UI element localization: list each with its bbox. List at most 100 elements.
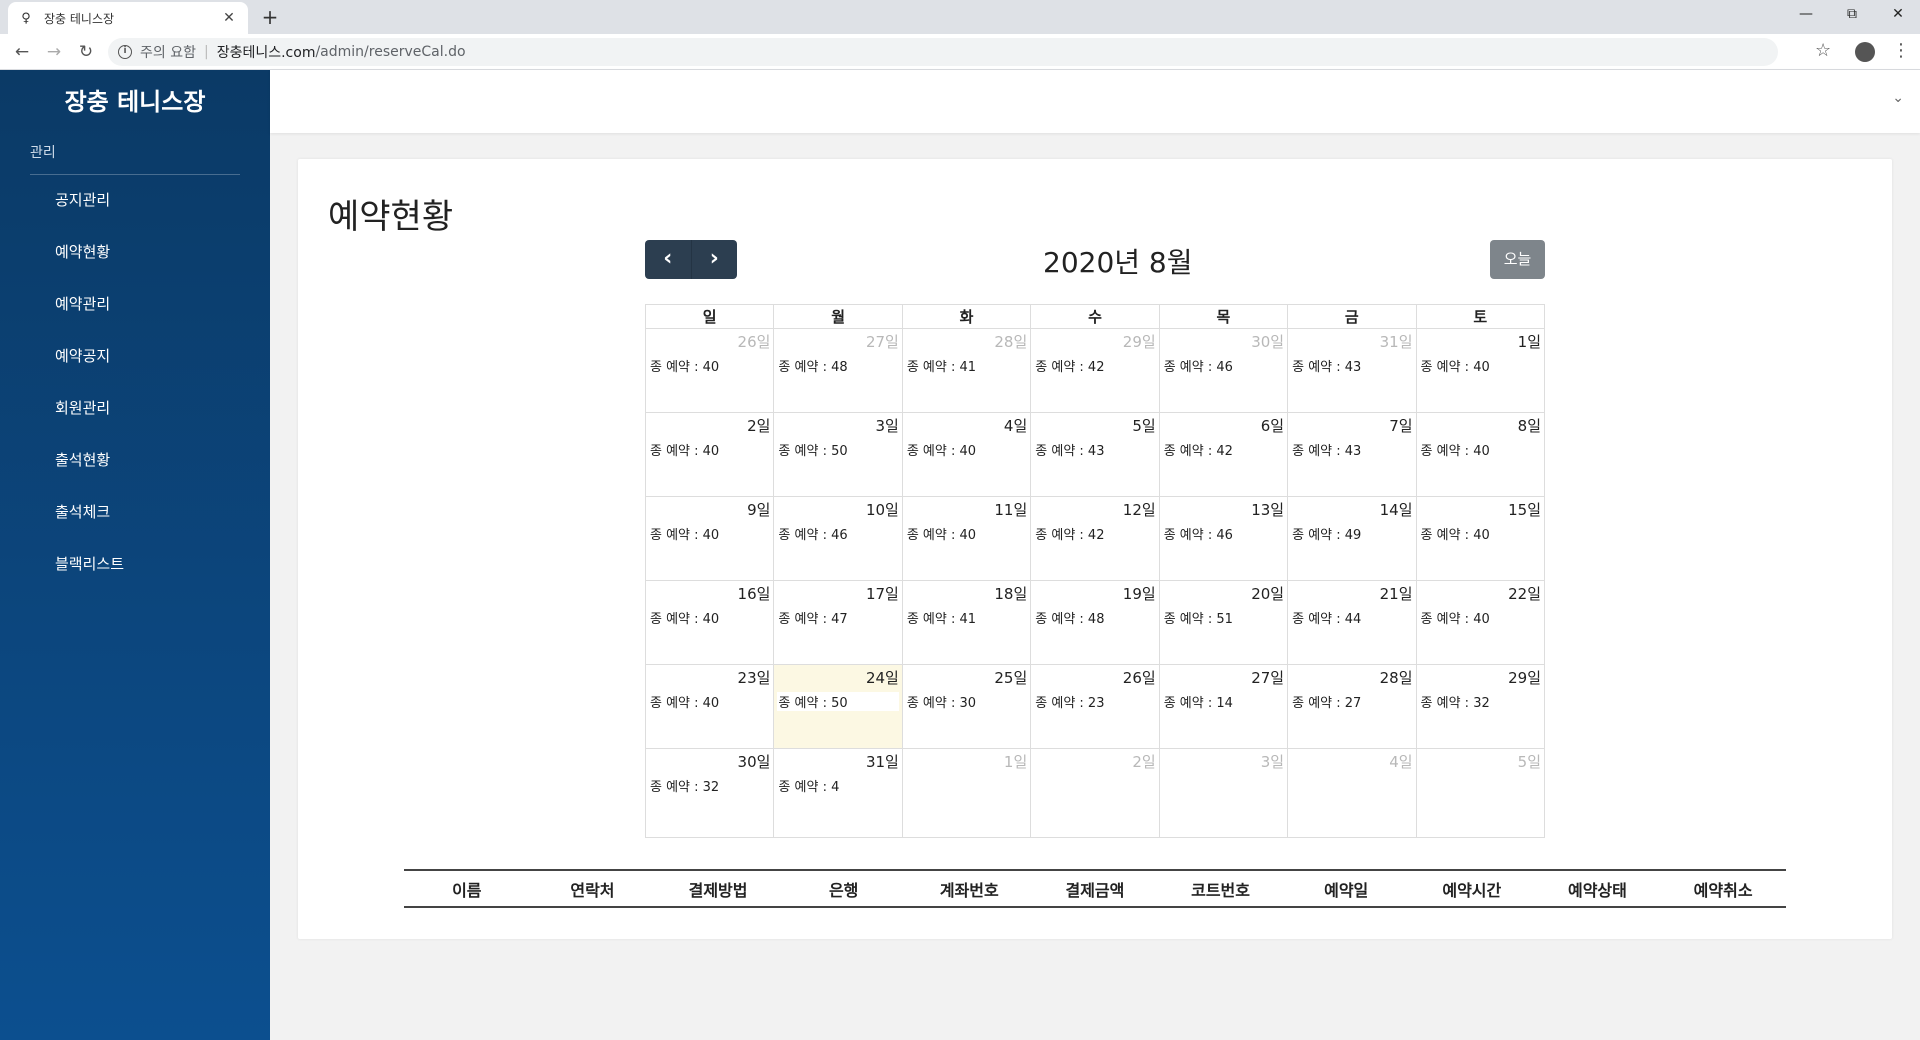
- day-number[interactable]: 7일: [1291, 415, 1412, 437]
- day-number[interactable]: 20일: [1163, 583, 1284, 605]
- calendar-day-cell[interactable]: 27일 종 예약 : 14: [1158, 664, 1289, 749]
- reservation-count-event[interactable]: 종 예약 : 40: [1420, 608, 1541, 627]
- day-number[interactable]: 31일: [1291, 331, 1413, 353]
- calendar-day-cell[interactable]: 6일종 예약 : 42: [1158, 412, 1289, 497]
- day-number[interactable]: 28일: [906, 331, 1027, 353]
- day-number[interactable]: 12일: [1034, 499, 1156, 521]
- day-number[interactable]: 11일: [906, 499, 1027, 521]
- day-number[interactable]: 10일: [777, 499, 899, 521]
- reservation-count-event[interactable]: 종 예약 : 40: [1420, 356, 1541, 375]
- sidebar-item-attendance-status[interactable]: 출석현황: [55, 449, 110, 470]
- day-number[interactable]: 29일: [1420, 667, 1541, 689]
- reservation-count-event[interactable]: 종 예약 : 40: [649, 356, 770, 375]
- calendar-day-cell[interactable]: 20일종 예약 : 51: [1158, 580, 1289, 665]
- day-number[interactable]: 31일: [777, 751, 899, 773]
- day-number[interactable]: 15일: [1420, 499, 1541, 521]
- calendar-day-cell[interactable]: 28일 종 예약 : 41: [901, 328, 1032, 413]
- day-number[interactable]: 4일: [1291, 751, 1412, 773]
- day-number[interactable]: 29일: [1034, 331, 1156, 353]
- calendar-day-cell[interactable]: 1일 종 예약 : 40: [1415, 328, 1546, 413]
- calendar-day-cell[interactable]: 21일종 예약 : 44: [1287, 580, 1417, 665]
- day-number[interactable]: 26일: [649, 331, 771, 353]
- brand-title[interactable]: 장충 테니스장: [0, 82, 270, 117]
- new-tab-button[interactable]: +: [258, 6, 282, 30]
- reservation-count-event[interactable]: 종 예약 : 40: [649, 524, 770, 543]
- sidebar-item-notice[interactable]: 공지관리: [55, 189, 110, 210]
- sidebar-item-reservation-manage[interactable]: 예약관리: [55, 293, 110, 314]
- reservation-count-event[interactable]: 종 예약 : 44: [1291, 608, 1412, 627]
- calendar-day-cell[interactable]: 2일 종 예약 : 40: [644, 412, 775, 497]
- calendar-day-cell[interactable]: 9일 종 예약 : 40: [644, 496, 775, 581]
- reservation-count-event[interactable]: 종 예약 : 32: [649, 776, 770, 795]
- reservation-count-event[interactable]: 종 예약 : 40: [649, 692, 770, 711]
- reservation-count-event[interactable]: 종 예약 : 49: [1291, 524, 1412, 543]
- reservation-count-event[interactable]: 종 예약 : 46: [1163, 356, 1284, 375]
- reservation-count-event[interactable]: 종 예약 : 50: [777, 440, 898, 459]
- calendar-day-cell[interactable]: 27일 종 예약 : 48: [773, 328, 903, 413]
- reservation-count-event[interactable]: 종 예약 : 46: [777, 524, 898, 543]
- reservation-count-event[interactable]: 종 예약 : 40: [906, 524, 1027, 543]
- reservation-count-event[interactable]: 종 예약 : 50: [777, 692, 899, 711]
- reservation-count-event[interactable]: 종 예약 : 42: [1034, 524, 1155, 543]
- forward-button[interactable]: →: [42, 40, 66, 64]
- reservation-count-event[interactable]: 종 예약 : 43: [1291, 356, 1412, 375]
- day-number[interactable]: 5일: [1034, 415, 1155, 437]
- calendar-day-cell[interactable]: 29일 종 예약 : 32: [1415, 664, 1546, 749]
- reload-button[interactable]: ↻: [74, 40, 98, 64]
- calendar-day-cell[interactable]: 31일 종 예약 : 4: [773, 748, 903, 838]
- reservation-count-event[interactable]: 종 예약 : 43: [1291, 440, 1412, 459]
- calendar-day-cell[interactable]: 29일종 예약 : 42: [1030, 328, 1160, 413]
- calendar-day-cell[interactable]: 19일 종 예약 : 48: [1030, 580, 1160, 665]
- calendar-day-cell[interactable]: 26일 종 예약 : 23: [1030, 664, 1160, 749]
- day-number[interactable]: 28일: [1291, 667, 1413, 689]
- calendar-day-cell[interactable]: 31일종 예약 : 43: [1287, 328, 1417, 413]
- sidebar-item-reservation-status[interactable]: 예약현황: [55, 241, 110, 262]
- calendar-day-cell[interactable]: 23일 종 예약 : 40: [644, 664, 775, 749]
- close-window-button[interactable]: ✕: [1876, 0, 1920, 30]
- profile-avatar-icon[interactable]: [1855, 42, 1875, 62]
- calendar-day-cell[interactable]: 25일 종 예약 : 30: [901, 664, 1032, 749]
- day-number[interactable]: 22일: [1420, 583, 1541, 605]
- calendar-day-cell[interactable]: 28일 종 예약 : 27: [1287, 664, 1417, 749]
- calendar-day-cell[interactable]: 26일종 예약 : 40: [644, 328, 775, 413]
- calendar-day-cell[interactable]: 3일종 예약 : 50: [773, 412, 903, 497]
- day-number[interactable]: 17일: [777, 583, 899, 605]
- calendar-day-cell[interactable]: 1일: [901, 748, 1032, 838]
- day-number[interactable]: 1일: [906, 751, 1027, 773]
- browser-tab[interactable]: ♀ 장충 테니스장 ✕: [8, 2, 248, 34]
- calendar-day-cell[interactable]: 11일종 예약 : 40: [901, 496, 1032, 581]
- calendar-day-cell[interactable]: 14일 종 예약 : 49: [1287, 496, 1417, 581]
- day-number[interactable]: 21일: [1291, 583, 1413, 605]
- day-number[interactable]: 8일: [1420, 415, 1541, 437]
- calendar-day-cell[interactable]: 2일: [1030, 748, 1160, 838]
- minimize-button[interactable]: —: [1784, 0, 1828, 30]
- calendar-day-cell[interactable]: 17일 종 예약 : 47: [773, 580, 903, 665]
- day-number[interactable]: 27일: [1163, 667, 1284, 689]
- reservation-count-event[interactable]: 종 예약 : 42: [1163, 440, 1284, 459]
- day-number[interactable]: 6일: [1163, 415, 1284, 437]
- reservation-count-event[interactable]: 종 예약 : 23: [1034, 692, 1155, 711]
- close-tab-icon[interactable]: ✕: [220, 10, 238, 26]
- day-number[interactable]: 27일: [777, 331, 899, 353]
- more-menu-icon[interactable]: ⋮: [1892, 40, 1910, 61]
- calendar-day-cell[interactable]: 10일종 예약 : 46: [773, 496, 903, 581]
- calendar-day-cell[interactable]: 5일 종 예약 : 43: [1030, 412, 1160, 497]
- reservation-count-event[interactable]: 종 예약 : 42: [1034, 356, 1155, 375]
- day-number[interactable]: 16일: [649, 583, 771, 605]
- chevron-down-icon[interactable]: ⌄: [1892, 90, 1904, 106]
- sidebar-item-attendance-check[interactable]: 출석체크: [55, 501, 110, 522]
- day-number[interactable]: 30일: [649, 751, 771, 773]
- calendar-day-cell[interactable]: 30일 종 예약 : 46: [1158, 328, 1289, 413]
- reservation-count-event[interactable]: 종 예약 : 40: [649, 608, 770, 627]
- calendar-day-cell[interactable]: 5일: [1415, 748, 1546, 838]
- calendar-day-cell[interactable]: 16일종 예약 : 40: [644, 580, 775, 665]
- reservation-count-event[interactable]: 종 예약 : 46: [1163, 524, 1284, 543]
- day-number[interactable]: 4일: [906, 415, 1027, 437]
- calendar-day-cell[interactable]: 13일 종 예약 : 46: [1158, 496, 1289, 581]
- reservation-count-event[interactable]: 종 예약 : 51: [1163, 608, 1284, 627]
- day-number[interactable]: 5일: [1420, 751, 1541, 773]
- sidebar-item-reservation-notice[interactable]: 예약공지: [55, 345, 110, 366]
- day-number[interactable]: 3일: [777, 415, 899, 437]
- prev-month-button[interactable]: ‹: [645, 240, 691, 279]
- day-number[interactable]: 19일: [1034, 583, 1156, 605]
